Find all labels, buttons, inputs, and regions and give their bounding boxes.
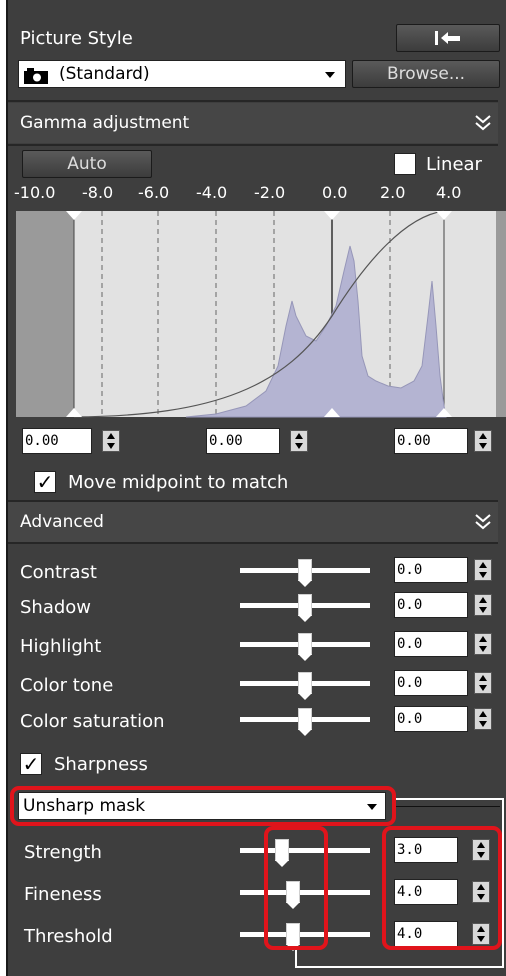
highlight-frame	[382, 826, 502, 950]
divider	[8, 100, 498, 102]
auto-button[interactable]: Auto	[22, 150, 152, 178]
double-chevron-icon[interactable]	[474, 114, 492, 132]
slider-thumb[interactable]	[298, 559, 312, 587]
highlight-frame	[10, 786, 396, 826]
contrast-label: Contrast	[20, 562, 97, 583]
slider-thumb[interactable]	[298, 594, 312, 622]
callout-line	[502, 798, 504, 968]
move-midpoint-checkbox[interactable]: ✓	[34, 471, 56, 493]
browse-button[interactable]: Browse...	[352, 60, 500, 88]
highlight-slider[interactable]	[240, 632, 370, 661]
color-saturation-input[interactable]: 0.0	[394, 706, 494, 732]
highlight-input[interactable]: 0.0	[394, 631, 494, 657]
highlight-frame	[264, 826, 328, 950]
scale-label: -6.0	[138, 183, 170, 202]
chevron-down-icon	[325, 72, 335, 78]
scale-label: 0.0	[322, 183, 348, 202]
sharpness-checkbox[interactable]: ✓	[20, 753, 42, 775]
slider-thumb[interactable]	[298, 672, 312, 700]
color-tone-slider[interactable]	[240, 671, 370, 700]
callout-line	[295, 966, 504, 968]
camera-icon	[24, 68, 48, 84]
threshold-label: Threshold	[24, 926, 113, 947]
callout-line	[394, 806, 500, 807]
scale-label: 4.0	[436, 183, 462, 202]
tone-curve-histogram[interactable]	[16, 206, 506, 422]
reset-style-button[interactable]	[396, 24, 500, 52]
move-midpoint-label: Move midpoint to match	[68, 472, 289, 493]
fineness-label: Fineness	[24, 884, 102, 905]
spin-arrows-icon[interactable]	[474, 633, 492, 655]
divider	[8, 144, 498, 146]
linear-label: Linear	[426, 154, 482, 175]
picture-style-select[interactable]: (Standard)	[18, 60, 346, 88]
shadow-input[interactable]: 0.0	[394, 592, 494, 618]
gamma-header-title: Gamma adjustment	[20, 113, 190, 133]
midpoint-input[interactable]: 0.00	[206, 428, 312, 454]
spin-arrows-icon[interactable]	[474, 430, 492, 452]
scale-label: -10.0	[14, 183, 56, 202]
slider-thumb[interactable]	[298, 633, 312, 661]
sharpness-label: Sharpness	[54, 754, 148, 775]
shadow-label: Shadow	[20, 597, 92, 618]
spin-arrows-icon[interactable]	[474, 708, 492, 730]
undo-arrow-icon	[435, 31, 460, 45]
divider	[8, 542, 498, 544]
slider-thumb[interactable]	[298, 708, 312, 736]
scale-label: -2.0	[254, 183, 286, 202]
spin-arrows-icon[interactable]	[474, 559, 492, 581]
color-tone-label: Color tone	[20, 675, 114, 696]
color-tone-input[interactable]: 0.0	[394, 670, 494, 696]
panel-left-border	[0, 0, 8, 976]
scale-label: -8.0	[82, 183, 114, 202]
white-point-input[interactable]: 0.00	[394, 428, 494, 454]
spin-arrows-icon[interactable]	[474, 594, 492, 616]
contrast-input[interactable]: 0.0	[394, 557, 494, 583]
linear-checkbox[interactable]	[394, 153, 416, 175]
spin-arrows-icon[interactable]	[290, 430, 308, 452]
picture-style-title: Picture Style	[20, 28, 133, 49]
scale-label: 2.0	[380, 183, 406, 202]
selected-style-text: (Standard)	[59, 64, 150, 84]
highlight-label: Highlight	[20, 636, 102, 657]
double-chevron-icon[interactable]	[474, 513, 492, 531]
color-saturation-label: Color saturation	[20, 711, 165, 732]
scale-label: -4.0	[196, 183, 228, 202]
advanced-header-title: Advanced	[20, 512, 104, 532]
color-saturation-slider[interactable]	[240, 707, 370, 736]
spin-arrows-icon[interactable]	[474, 672, 492, 694]
spin-arrows-icon[interactable]	[102, 430, 120, 452]
shadow-slider[interactable]	[240, 593, 370, 622]
black-point-input[interactable]: 0.00	[22, 428, 122, 454]
contrast-slider[interactable]	[240, 558, 370, 587]
callout-line	[394, 798, 504, 800]
strength-label: Strength	[24, 842, 102, 863]
